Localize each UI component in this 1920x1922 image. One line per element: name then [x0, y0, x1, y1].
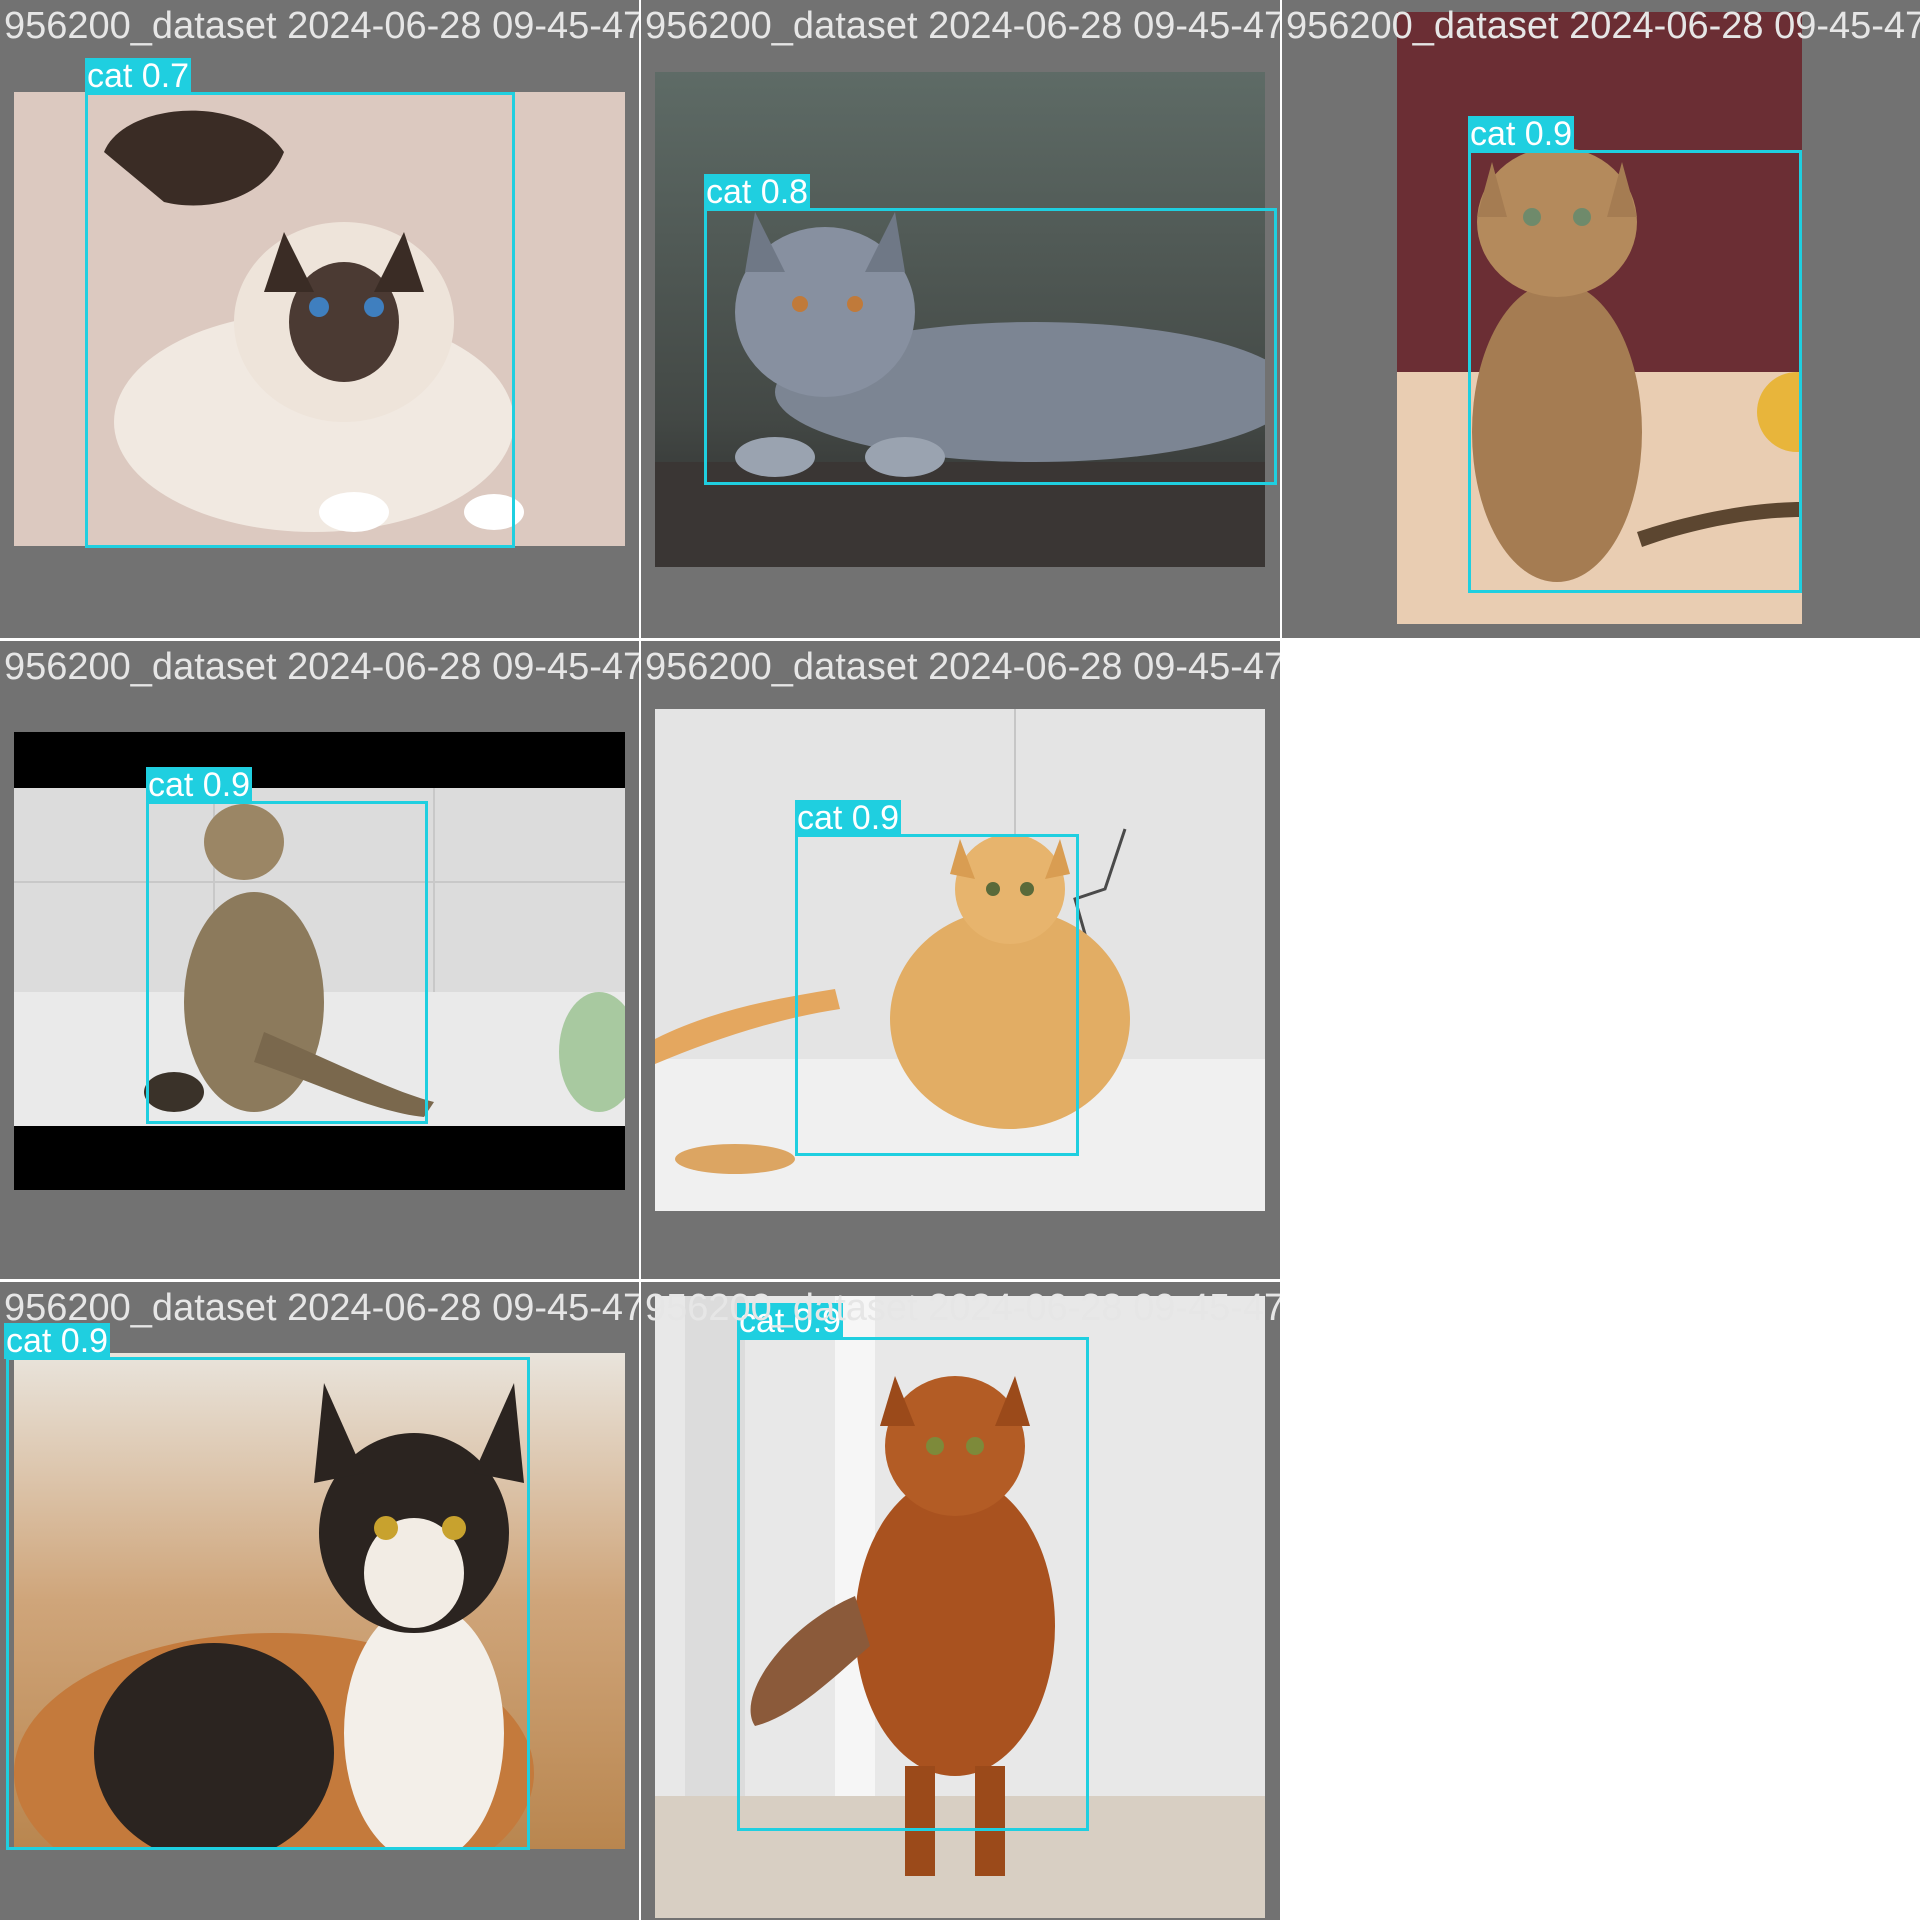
bounding-box [85, 92, 515, 548]
detection-label: cat 0.7 [85, 57, 192, 95]
tile-7: cat 0.9 956200_dataset 2024-06-28 09-45-… [641, 1282, 1282, 1922]
bounding-box [146, 801, 428, 1124]
tile-title: 956200_dataset 2024-06-28 09-45-47_me019 [645, 646, 1280, 688]
tile-4: cat 0.9 956200_dataset 2024-06-28 09-45-… [0, 641, 641, 1281]
tile-title: 956200_dataset 2024-06-28 09-45-47_me001 [4, 5, 639, 47]
tile-title: 956200_dataset 2024-06-28 09-45-47_me020 [4, 646, 639, 688]
bounding-box [1468, 150, 1802, 593]
bounding-box [795, 834, 1079, 1156]
tile-title: 956200_dataset 2024-06-28 09-45-47_me07. [645, 1287, 1280, 1329]
detection-label: cat 0.9 [1468, 115, 1575, 153]
tile-6: cat 0.9 956200_dataset 2024-06-28 09-45-… [0, 1282, 641, 1922]
tile-2: cat 0.8 956200_dataset 2024-06-28 09-45-… [641, 0, 1282, 640]
tile-title: 956200_dataset 2024-06-28 09-45-47_me011 [645, 5, 1280, 47]
tile-title: 956200_dataset 2024-06-28 09-45-47_me014 [1286, 5, 1920, 47]
bounding-box [6, 1357, 530, 1850]
tile-title: 956200_dataset 2024-06-28 09-45-47_me03 [4, 1287, 639, 1329]
detection-label: cat 0.9 [795, 799, 902, 837]
bounding-box [704, 208, 1277, 485]
detection-label: cat 0.8 [704, 173, 811, 211]
detection-label: cat 0.9 [146, 766, 253, 804]
bounding-box [737, 1337, 1089, 1831]
tile-1: cat 0.7 956200_dataset 2024-06-28 09-45-… [0, 0, 641, 640]
tile-3: cat 0.9 956200_dataset 2024-06-28 09-45-… [1282, 0, 1920, 640]
detection-grid: cat 0.7 956200_dataset 2024-06-28 09-45-… [0, 0, 1920, 1922]
tile-5: cat 0.9 956200_dataset 2024-06-28 09-45-… [641, 641, 1282, 1281]
